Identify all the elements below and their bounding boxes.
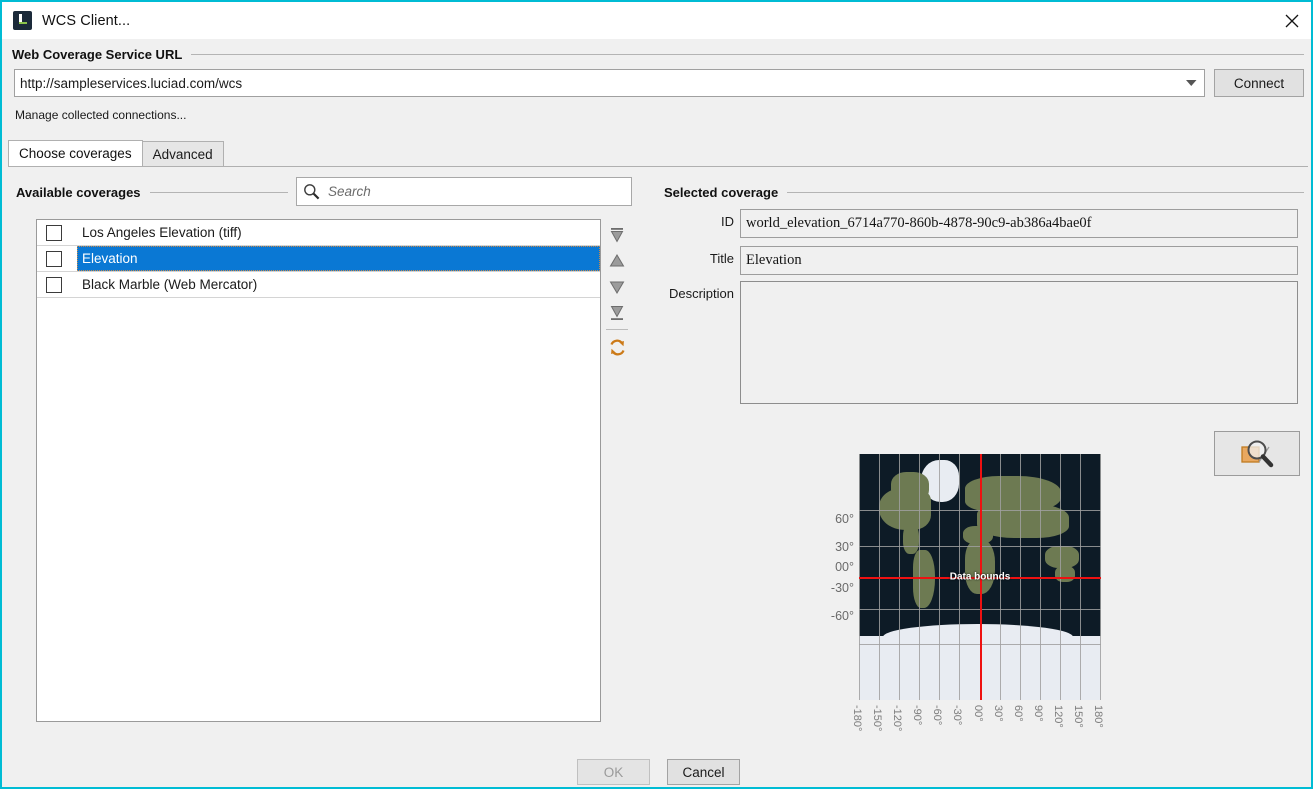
coverage-label: Elevation — [82, 251, 138, 266]
map-lon-label: -180° — [851, 705, 863, 732]
list-item[interactable]: Black Marble (Web Mercator) — [37, 272, 600, 298]
map-lon-label: 60° — [1012, 705, 1024, 722]
list-item[interactable]: Elevation — [37, 246, 600, 272]
map-lon-label: -120° — [891, 705, 903, 732]
url-group-label: Web Coverage Service URL — [12, 46, 183, 62]
chevron-down-icon[interactable] — [1178, 70, 1204, 96]
selected-coverage-label: Selected coverage — [664, 184, 779, 200]
map-lat-label: 30° — [835, 540, 854, 554]
map-lon-label: -30° — [951, 705, 963, 726]
move-down-icon[interactable] — [603, 274, 631, 300]
group-divider-line — [787, 191, 1304, 193]
map-lon-label: 00° — [972, 705, 984, 722]
search-box[interactable] — [296, 177, 632, 206]
coverage-description-row: Description — [658, 281, 1298, 404]
available-coverages-label: Available coverages — [16, 184, 141, 200]
map-lon-label: -60° — [931, 705, 943, 726]
group-divider-line — [191, 53, 1304, 55]
url-group-heading: Web Coverage Service URL — [12, 45, 1304, 63]
connect-button[interactable]: Connect — [1214, 69, 1304, 97]
coverage-checkbox[interactable] — [46, 276, 62, 293]
tab-advanced[interactable]: Advanced — [141, 141, 224, 166]
coverage-id-value[interactable]: world_elevation_6714a770-860b-4878-90c9-… — [740, 209, 1298, 238]
data-bounds-label: Data bounds — [949, 571, 1011, 583]
coverage-description-value[interactable] — [740, 281, 1298, 404]
map-lon-label: 90° — [1032, 705, 1044, 722]
map-lat-label: 00° — [835, 560, 854, 574]
coverage-description-label: Description — [668, 286, 734, 301]
list-toolbar — [603, 222, 631, 360]
group-divider-line — [149, 191, 288, 193]
move-to-bottom-icon[interactable] — [603, 300, 631, 326]
coverage-title-row: Title Elevation — [664, 246, 1298, 275]
map-lon-label: 120° — [1052, 705, 1064, 728]
refresh-icon[interactable] — [603, 334, 631, 360]
map-lat-label: -60° — [830, 609, 854, 623]
title-bar: WCS Client... — [2, 0, 1311, 39]
manage-connections-link[interactable]: Manage collected connections... — [15, 108, 186, 122]
coverage-label: Black Marble (Web Mercator) — [82, 277, 258, 292]
map-lat-label: -30° — [830, 581, 854, 595]
tab-underline — [8, 166, 1308, 167]
cancel-button[interactable]: Cancel — [667, 759, 740, 785]
search-input[interactable] — [326, 183, 631, 200]
map-lon-label: -90° — [911, 705, 923, 726]
coverage-checkbox[interactable] — [46, 250, 62, 267]
close-icon[interactable] — [1269, 2, 1311, 39]
map-lon-label: 30° — [992, 705, 1004, 722]
window-title: WCS Client... — [42, 12, 131, 29]
tab-choose-coverages[interactable]: Choose coverages — [8, 140, 143, 166]
search-icon — [304, 184, 320, 200]
coverage-id-row: ID world_elevation_6714a770-860b-4878-90… — [664, 209, 1298, 238]
url-value[interactable]: http://sampleservices.luciad.com/wcs — [15, 76, 1178, 91]
ok-button[interactable]: OK — [577, 759, 650, 785]
toolbar-divider — [606, 329, 628, 330]
selection-highlight — [77, 246, 600, 271]
selected-coverage-heading: Selected coverage — [664, 183, 1304, 201]
coverage-id-label: ID — [721, 214, 734, 229]
coverage-checkbox[interactable] — [46, 224, 62, 241]
coverage-list[interactable]: Los Angeles Elevation (tiff) Elevation B… — [36, 219, 601, 722]
available-coverages-heading: Available coverages — [16, 183, 288, 201]
zoom-to-bounds-icon[interactable] — [1214, 431, 1300, 476]
map-lon-label: 180° — [1092, 705, 1104, 728]
url-combobox[interactable]: http://sampleservices.luciad.com/wcs — [14, 69, 1205, 97]
move-up-icon[interactable] — [603, 248, 631, 274]
list-item[interactable]: Los Angeles Elevation (tiff) — [37, 220, 600, 246]
map-lat-label: 60° — [835, 512, 854, 526]
tab-strip: Choose coverages Advanced — [8, 140, 224, 166]
map-lon-label: -150° — [871, 705, 883, 732]
data-bounds-preview: 60° 30° 00° -30° -60° Data bounds -180° … — [812, 450, 1112, 740]
coverage-title-label: Title — [709, 251, 734, 266]
luciad-l-icon — [13, 11, 32, 30]
map-lon-label: 150° — [1072, 705, 1084, 728]
coverage-title-value[interactable]: Elevation — [740, 246, 1298, 275]
move-to-top-icon[interactable] — [603, 222, 631, 248]
wcs-client-dialog: WCS Client... Web Coverage Service URL h… — [0, 0, 1313, 789]
coverage-label: Los Angeles Elevation (tiff) — [82, 225, 242, 240]
url-row: http://sampleservices.luciad.com/wcs Con… — [14, 69, 1304, 97]
dialog-button-bar: OK Cancel — [2, 757, 1311, 787]
world-map-thumbnail: Data bounds — [859, 454, 1101, 700]
